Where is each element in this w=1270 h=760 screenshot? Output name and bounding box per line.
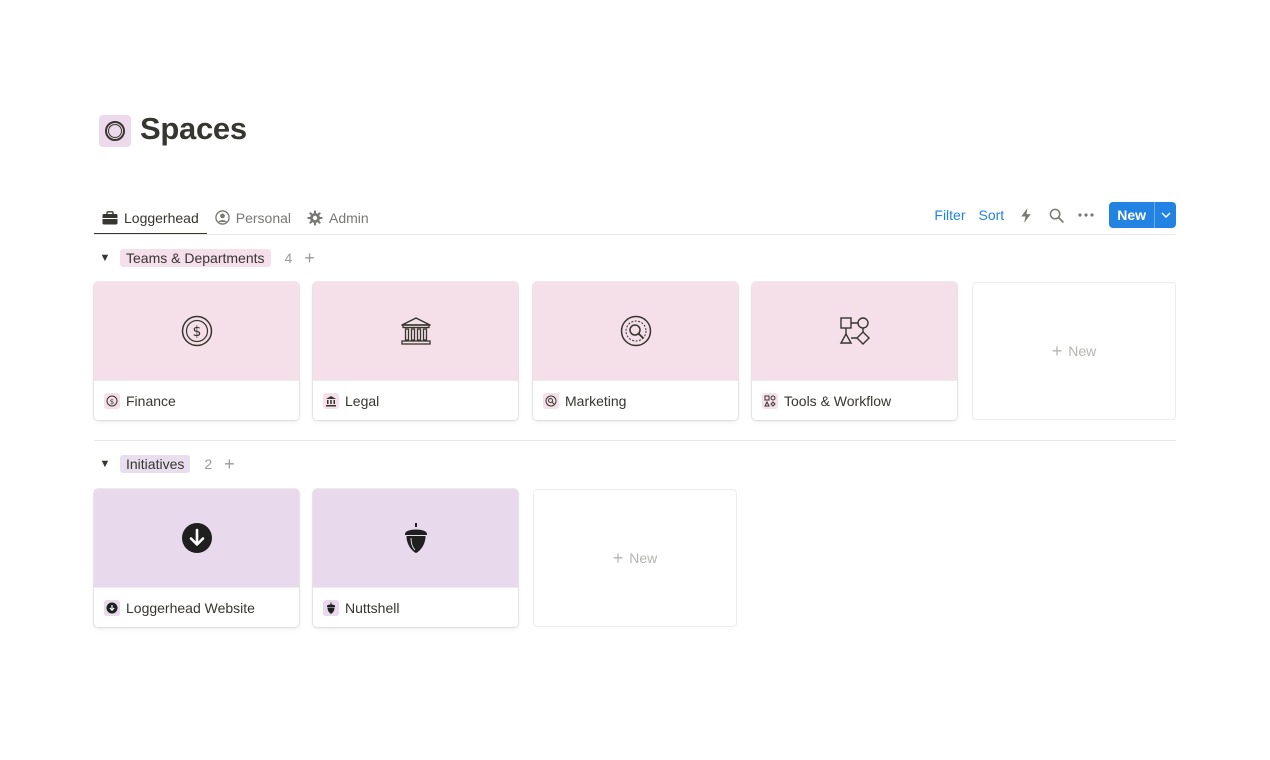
sort-button[interactable]: Sort — [979, 207, 1005, 223]
card-cover — [533, 282, 738, 381]
new-card-teams[interactable]: + New — [972, 282, 1176, 420]
page-title: Spaces — [140, 111, 247, 146]
card-marketing[interactable]: Marketing — [533, 282, 738, 420]
more-icon — [1078, 213, 1094, 217]
tab-loggerhead[interactable]: Loggerhead — [94, 201, 207, 235]
flowchart-icon — [762, 392, 778, 409]
group-divider — [94, 440, 1176, 441]
download-circle-icon — [104, 599, 120, 616]
group-toggle[interactable]: ▼ — [98, 458, 112, 470]
briefcase-icon — [102, 210, 118, 224]
tab-admin[interactable]: Admin — [299, 201, 377, 234]
card-loggerhead-website[interactable]: Loggerhead Website — [94, 489, 299, 627]
view-toolbar: Filter Sort New — [934, 202, 1176, 228]
view-tabs: Loggerhead Personal Admin — [94, 200, 377, 235]
page-icon[interactable] — [99, 115, 131, 147]
card-title: Nuttshell — [345, 599, 400, 616]
card-title-row: Loggerhead Website — [94, 588, 299, 627]
acorn-icon — [323, 599, 339, 616]
filter-button[interactable]: Filter — [934, 207, 965, 223]
acorn-icon — [404, 523, 427, 553]
group-toggle[interactable]: ▼ — [98, 252, 112, 264]
card-title: Marketing — [565, 392, 627, 409]
svg-text:$: $ — [192, 324, 201, 340]
download-circle-icon — [181, 523, 212, 553]
circle-ring-icon — [105, 121, 125, 141]
card-legal[interactable]: Legal — [313, 282, 518, 420]
tab-label: Personal — [235, 209, 292, 226]
card-title-row: Tools & Workflow — [752, 381, 957, 420]
card-title: Legal — [345, 392, 380, 409]
lightning-icon — [1021, 207, 1031, 223]
card-title: Loggerhead Website — [126, 599, 255, 616]
card-nuttshell[interactable]: Nuttshell — [313, 489, 518, 627]
card-title-row: Nuttshell — [313, 588, 518, 627]
magnifier-target-icon — [620, 315, 651, 347]
card-title-row: Legal — [313, 381, 518, 420]
card-cover — [313, 489, 518, 588]
card-title: Tools & Workflow — [784, 392, 892, 409]
bank-building-icon — [323, 392, 339, 409]
dollar-coin-icon: $ — [181, 315, 212, 347]
person-circle-icon — [215, 210, 230, 225]
card-cover: $ — [94, 282, 299, 381]
group-add-button[interactable]: + — [304, 249, 315, 267]
group-label[interactable]: Teams & Departments — [120, 249, 271, 267]
group-add-button[interactable]: + — [224, 455, 235, 473]
card-cover — [313, 282, 518, 381]
automations-button[interactable] — [1017, 206, 1035, 224]
group-header-teams: ▼ Teams & Departments 4 + — [98, 247, 315, 269]
group-header-initiatives: ▼ Initiatives 2 + — [98, 453, 235, 475]
tab-label: Admin — [329, 209, 369, 226]
group-count: 2 — [204, 456, 213, 472]
tab-divider — [94, 234, 1176, 235]
group-count: 4 — [284, 250, 293, 266]
search-icon — [1049, 208, 1064, 223]
card-tools-workflow[interactable]: Tools & Workflow — [752, 282, 957, 420]
tab-label: Loggerhead — [124, 209, 199, 226]
plus-icon: + — [1051, 341, 1063, 361]
dollar-coin-icon: $ — [104, 392, 120, 409]
new-button-group: New — [1109, 202, 1176, 228]
plus-icon: + — [612, 548, 624, 568]
card-title-row: Marketing — [533, 381, 738, 420]
gear-icon — [307, 210, 323, 225]
new-card-label: New — [629, 550, 658, 566]
card-finance[interactable]: $ $ Finance — [94, 282, 299, 420]
more-button[interactable] — [1077, 206, 1095, 224]
new-options-button[interactable] — [1154, 202, 1176, 228]
flowchart-icon — [839, 317, 870, 345]
card-title: Finance — [126, 392, 176, 409]
new-card-initiatives[interactable]: + New — [533, 489, 737, 627]
chevron-down-icon — [1160, 212, 1171, 218]
svg-text:$: $ — [110, 398, 114, 406]
search-button[interactable] — [1047, 206, 1065, 224]
tab-personal[interactable]: Personal — [207, 201, 299, 234]
card-cover — [94, 489, 299, 588]
magnifier-target-icon — [543, 392, 559, 409]
new-card-label: New — [1068, 343, 1097, 359]
group-label[interactable]: Initiatives — [120, 455, 191, 473]
bank-building-icon — [400, 317, 431, 345]
card-cover — [752, 282, 957, 381]
new-button[interactable]: New — [1109, 202, 1154, 228]
card-title-row: $ Finance — [94, 381, 299, 420]
